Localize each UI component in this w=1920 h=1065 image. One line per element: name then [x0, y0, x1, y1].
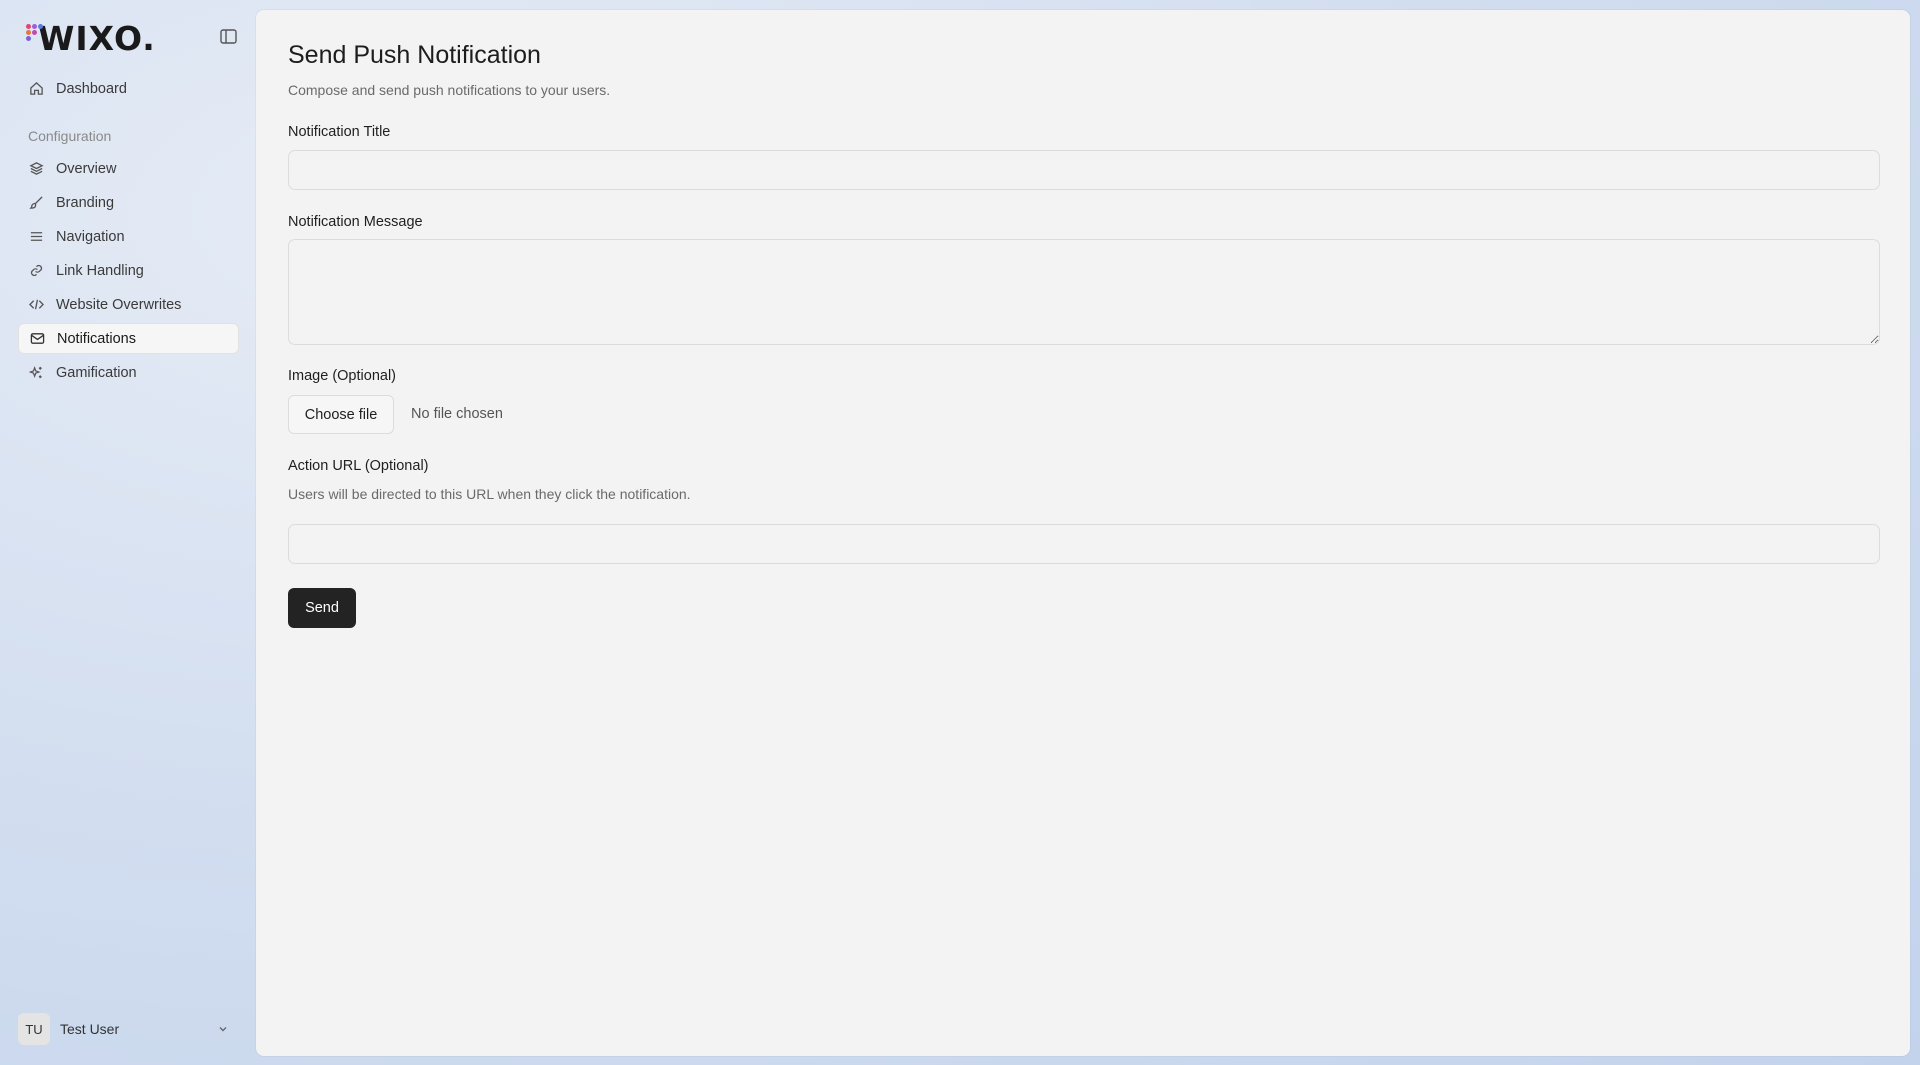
sidebar-item-label: Notifications — [57, 330, 136, 347]
main-panel: Send Push Notification Compose and send … — [256, 10, 1910, 1056]
action-url-input[interactable] — [288, 524, 1880, 564]
file-status: No file chosen — [411, 406, 503, 422]
sidebar-item-label: Link Handling — [56, 262, 144, 279]
mail-icon — [29, 331, 45, 347]
action-url-help: Users will be directed to this URL when … — [288, 486, 691, 502]
sidebar-item-website-overwrites[interactable]: Website Overwrites — [18, 289, 239, 320]
user-name: Test User — [60, 1021, 120, 1037]
brand-logo[interactable]: WIXO. — [26, 18, 156, 58]
section-label-configuration: Configuration — [28, 128, 112, 144]
sidebar-item-label: Website Overwrites — [56, 296, 182, 313]
brand-name: WIXO. — [38, 18, 156, 58]
page-title: Send Push Notification — [288, 41, 541, 69]
notification-message-input[interactable] — [288, 239, 1880, 345]
sidebar-item-label: Dashboard — [56, 80, 127, 97]
sidebar-item-label: Navigation — [56, 228, 125, 245]
sidebar-item-navigation[interactable]: Navigation — [18, 221, 239, 252]
sidebar-item-gamification[interactable]: Gamification — [18, 357, 239, 388]
notification-title-label: Notification Title — [288, 124, 391, 140]
logo-dots-icon — [26, 22, 46, 54]
notification-title-input[interactable] — [288, 150, 1880, 190]
chevron-down-icon[interactable] — [217, 1023, 229, 1035]
menu-icon — [28, 229, 44, 245]
sidebar-item-notifications[interactable]: Notifications — [18, 323, 239, 354]
brush-icon — [28, 195, 44, 211]
link-icon — [28, 263, 44, 279]
sidebar-item-overview[interactable]: Overview — [18, 153, 239, 184]
send-button[interactable]: Send — [288, 588, 356, 628]
sidebar-item-label: Branding — [56, 194, 115, 211]
image-label: Image (Optional) — [288, 368, 396, 384]
home-icon — [28, 81, 44, 97]
page-subtitle: Compose and send push notifications to y… — [288, 82, 611, 98]
sidebar-item-label: Overview — [56, 160, 117, 177]
layers-icon — [28, 161, 44, 177]
code-icon — [28, 297, 44, 313]
sparkles-icon — [28, 365, 44, 381]
user-menu[interactable]: TU Test User — [18, 1013, 239, 1045]
notification-message-label: Notification Message — [288, 214, 423, 230]
sidebar-item-label: Gamification — [56, 364, 137, 381]
action-url-label: Action URL (Optional) — [288, 458, 429, 474]
sidebar-item-dashboard[interactable]: Dashboard — [18, 73, 239, 104]
sidebar: WIXO. Dashboard Configuration Overview B… — [0, 0, 255, 1065]
sidebar-item-branding[interactable]: Branding — [18, 187, 239, 218]
sidebar-toggle-icon[interactable] — [216, 26, 240, 46]
avatar: TU — [18, 1013, 50, 1045]
sidebar-item-link-handling[interactable]: Link Handling — [18, 255, 239, 286]
choose-file-button[interactable]: Choose file — [288, 395, 394, 434]
